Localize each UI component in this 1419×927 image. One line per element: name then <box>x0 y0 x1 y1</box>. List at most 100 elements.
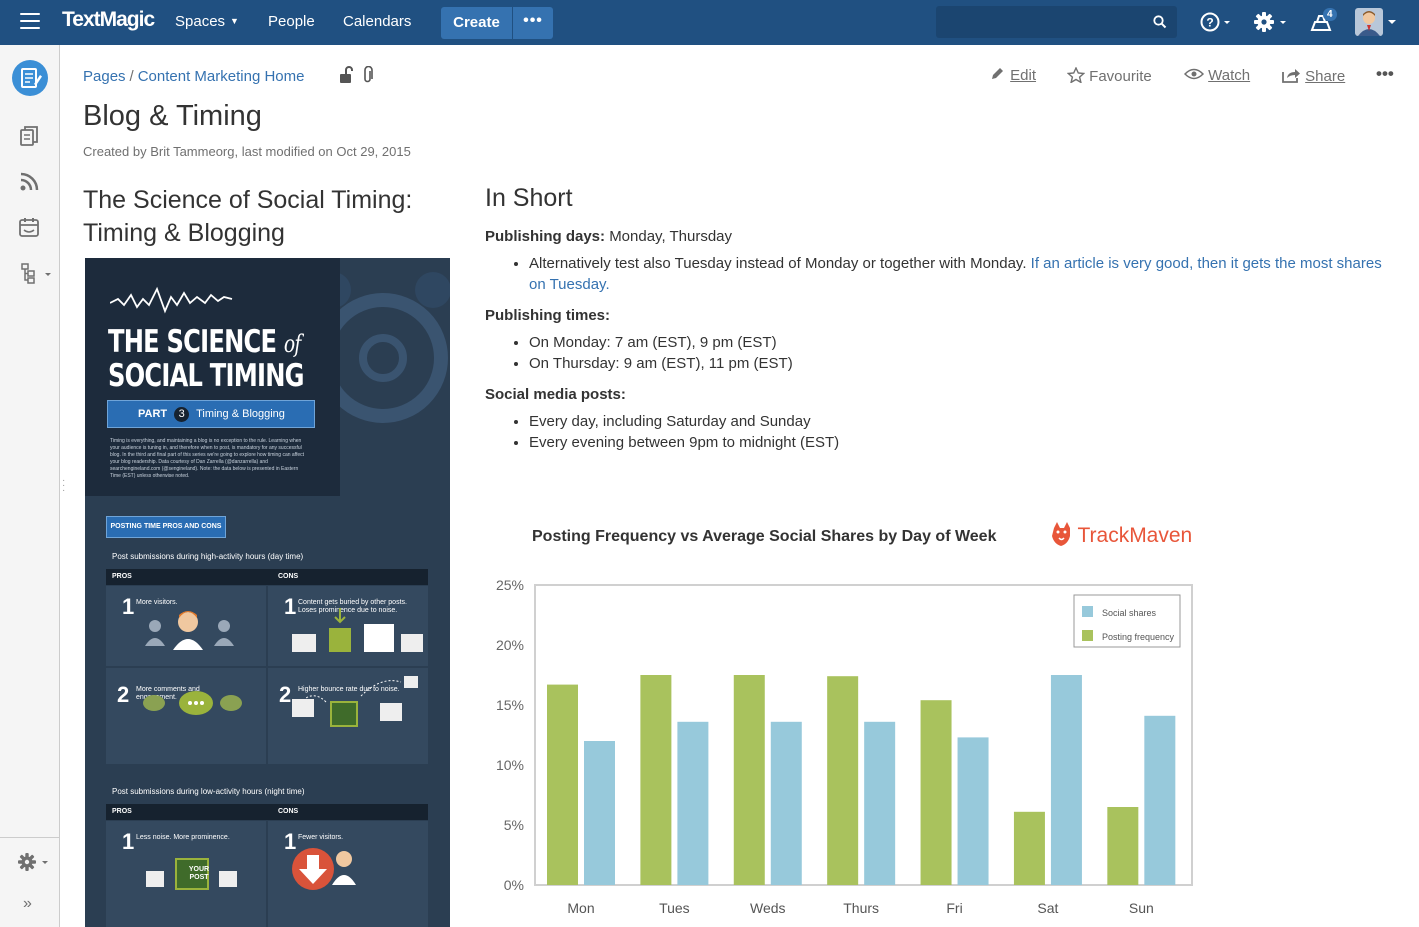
publishing-times: Publishing times: <box>485 307 611 324</box>
nav-calendars[interactable]: Calendars <box>343 13 411 30</box>
sidebar-item-pages[interactable] <box>18 125 40 152</box>
your-post-icon <box>292 676 418 727</box>
infographic-day-caption: Post submissions during high-activity ho… <box>112 552 304 561</box>
breadcrumb-content-marketing-home[interactable]: Content Marketing Home <box>138 68 305 85</box>
bar-posting-frequency <box>1107 807 1139 885</box>
sidebar-space-button[interactable] <box>12 60 48 96</box>
x-tick-label: Weds <box>750 900 786 916</box>
eye-icon <box>1183 68 1205 80</box>
legend-label: Posting frequency <box>1102 632 1175 642</box>
help-icon: ? <box>1200 12 1230 32</box>
y-tick-label: 5% <box>504 817 524 833</box>
x-tick-label: Fri <box>946 900 962 916</box>
pages-icon <box>20 126 38 146</box>
help-menu[interactable]: ? <box>1200 10 1232 39</box>
legend-swatch <box>1082 630 1093 641</box>
chat-bubble-icons <box>143 691 242 715</box>
y-tick-label: 10% <box>496 757 524 773</box>
news-post-icons <box>292 608 423 652</box>
svg-text:?: ? <box>1206 16 1213 30</box>
list-item: Every day, including Saturday and Sunday <box>529 411 1385 432</box>
publishing-days: Publishing days: Monday, Thursday <box>485 228 733 245</box>
people-icon <box>145 611 234 650</box>
edit-button[interactable]: Edit <box>990 67 1036 84</box>
create-more-button[interactable]: ••• <box>513 7 553 39</box>
calendar-icon <box>19 218 39 237</box>
nav-people[interactable]: People <box>268 13 315 30</box>
page-title: Blog & Timing <box>83 100 262 132</box>
breadcrumb-pages[interactable]: Pages <box>83 68 126 85</box>
social-timing-infographic: THE SCIENCE of SOCIAL TIMING PART 3 Timi… <box>85 258 450 927</box>
bar-social-shares <box>864 721 896 885</box>
x-tick-label: Sun <box>1129 900 1154 916</box>
social-media-list: Every day, including Saturday and Sunday… <box>485 411 1385 453</box>
page-edit-icon <box>21 68 42 88</box>
infographic-title-line-2: SOCIAL TIMING <box>108 358 305 394</box>
nav-spaces[interactable]: Spaces ▼ <box>175 13 239 30</box>
bar-posting-frequency <box>547 684 578 885</box>
attachment-icon[interactable] <box>362 65 374 89</box>
sidebar-item-blog[interactable] <box>18 171 40 198</box>
x-tick-label: Tues <box>659 900 690 916</box>
bar-social-shares <box>584 741 615 885</box>
summary-content: Publishing days: Monday, Thursday Altern… <box>485 228 1385 465</box>
infographic-night-illustrations <box>146 848 356 890</box>
search-input[interactable] <box>936 6 1177 38</box>
breadcrumb-separator: / <box>129 68 134 85</box>
trackmaven-logo: TrackMaven <box>1050 520 1192 548</box>
sidebar-settings-button[interactable] <box>18 851 50 878</box>
create-button-group: Create ••• <box>441 7 553 39</box>
unlock-icon[interactable] <box>338 66 354 89</box>
social-shares-bar-chart: 0% 5% 10% 15% 20% 25% Mon Tues Weds Thurs Fri Sat Su… <box>496 577 1193 916</box>
avatar-icon <box>1358 11 1380 36</box>
infographic-intro-text: Timing is everything, and maintaining a … <box>110 438 305 479</box>
star-icon <box>1066 66 1086 84</box>
left-heading-line-2: Timing & Blogging <box>83 219 285 247</box>
y-tick-label: 25% <box>496 577 524 593</box>
create-button[interactable]: Create <box>441 7 513 39</box>
infographic-night-caption: Post submissions during low-activity hou… <box>112 787 305 796</box>
menu-icon[interactable] <box>20 13 40 31</box>
list-item: Alternatively test also Tuesday instead … <box>529 253 1385 295</box>
list-item: On Thursday: 9 am (EST), 11 pm (EST) <box>529 353 1385 374</box>
sidebar-resize-handle[interactable]: · · · <box>62 476 65 496</box>
gear-icon <box>1254 12 1286 32</box>
trackmaven-brand: TrackMaven <box>1077 524 1193 547</box>
bar-social-shares <box>1050 675 1082 885</box>
bar-social-shares <box>677 721 709 885</box>
settings-menu[interactable] <box>1253 10 1287 39</box>
notification-count-badge: 4 <box>1323 8 1337 21</box>
legend-swatch <box>1082 606 1093 617</box>
legend-label: Social shares <box>1102 608 1157 618</box>
page-metadata: Created by Brit Tammeorg, last modified … <box>83 144 411 159</box>
favourite-label: Favourite <box>1089 68 1152 85</box>
bar-posting-frequency <box>920 700 952 885</box>
top-navigation-bar: TextMagic Spaces ▼ People Calendars Creat… <box>0 0 1419 45</box>
bar-posting-frequency <box>640 675 672 885</box>
more-actions-button[interactable]: ••• <box>1376 64 1394 84</box>
list-item: Every evening between 9pm to midnight (E… <box>529 432 1385 453</box>
sidebar: · · · » <box>0 45 65 927</box>
left-heading-line-1: The Science of Social Timing: <box>83 186 413 214</box>
publishing-times-list: On Monday: 7 am (EST), 9 pm (EST) On Thu… <box>485 332 1385 374</box>
favourite-button[interactable]: Favourite <box>1066 66 1152 85</box>
sidebar-item-calendar[interactable] <box>18 216 40 243</box>
avatar-chevron-icon[interactable] <box>1387 13 1397 31</box>
rss-icon <box>20 172 39 191</box>
share-button[interactable]: Share <box>1281 67 1345 85</box>
sidebar-item-tree[interactable] <box>18 262 52 289</box>
publishing-days-list: Alternatively test also Tuesday instead … <box>485 253 1385 295</box>
social-media-posts: Social media posts: <box>485 386 626 403</box>
watch-label: Watch <box>1208 67 1251 84</box>
sidebar-expand-icon[interactable]: » <box>23 895 32 913</box>
trackmaven-dog-icon <box>1052 522 1070 546</box>
search-icon <box>1153 15 1167 29</box>
user-avatar[interactable] <box>1355 8 1383 36</box>
bar-social-shares <box>770 721 802 885</box>
x-tick-label: Sat <box>1037 900 1058 916</box>
watch-button[interactable]: Watch <box>1183 67 1251 84</box>
list-item: On Monday: 7 am (EST), 9 pm (EST) <box>529 332 1385 353</box>
app-logo[interactable]: TextMagic <box>62 8 155 32</box>
bar-posting-frequency <box>1013 811 1045 885</box>
share-label: Share <box>1305 68 1346 85</box>
